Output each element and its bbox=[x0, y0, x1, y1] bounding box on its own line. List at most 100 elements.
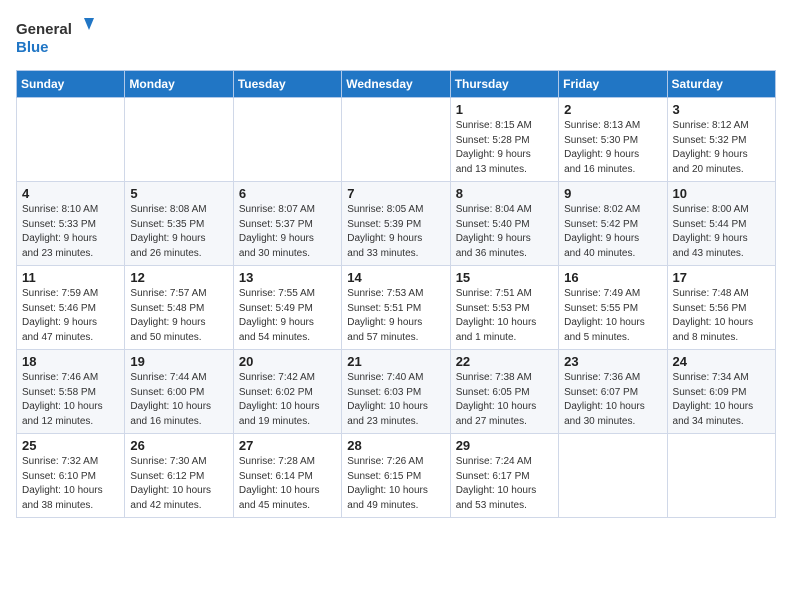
day-info: Sunrise: 7:46 AM Sunset: 5:58 PM Dayligh… bbox=[22, 371, 119, 429]
calendar-cell: 12Sunrise: 7:57 AM Sunset: 5:48 PM Dayli… bbox=[125, 266, 233, 350]
day-number: 10 bbox=[673, 186, 770, 201]
day-number: 11 bbox=[22, 270, 119, 285]
day-number: 1 bbox=[456, 102, 553, 117]
day-info: Sunrise: 7:40 AM Sunset: 6:03 PM Dayligh… bbox=[347, 371, 444, 429]
day-number: 12 bbox=[130, 270, 227, 285]
calendar-cell: 18Sunrise: 7:46 AM Sunset: 5:58 PM Dayli… bbox=[17, 350, 125, 434]
day-number: 28 bbox=[347, 438, 444, 453]
day-number: 15 bbox=[456, 270, 553, 285]
calendar-week-5: 25 Sunrise: 7:32 AM Sunset: 6:10 PM Dayli… bbox=[17, 434, 776, 518]
day-info: Sunrise: 7:48 AM Sunset: 5:56 PM Dayligh… bbox=[673, 287, 770, 345]
day-info: Sunrise: 7:24 AM Sunset: 6:17 PM Dayligh… bbox=[456, 455, 553, 513]
day-number: 8 bbox=[456, 186, 553, 201]
calendar-cell: 11Sunrise: 7:59 AM Sunset: 5:46 PM Dayli… bbox=[17, 266, 125, 350]
day-number: 26 bbox=[130, 438, 227, 453]
day-number: 9 bbox=[564, 186, 661, 201]
calendar-cell: 3 Sunrise: 8:12 AM Sunset: 5:32 PM Daylig… bbox=[667, 98, 775, 182]
calendar-cell: 27 Sunrise: 7:28 AM Sunset: 6:14 PM Dayli… bbox=[233, 434, 341, 518]
calendar-cell bbox=[17, 98, 125, 182]
weekday-header-tuesday: Tuesday bbox=[233, 71, 341, 98]
calendar-cell: 28 Sunrise: 7:26 AM Sunset: 6:15 PM Dayli… bbox=[342, 434, 450, 518]
weekday-header-wednesday: Wednesday bbox=[342, 71, 450, 98]
calendar-cell: 4 Sunrise: 8:10 AM Sunset: 5:33 PM Daylig… bbox=[17, 182, 125, 266]
calendar-cell bbox=[125, 98, 233, 182]
calendar-cell: 13Sunrise: 7:55 AM Sunset: 5:49 PM Dayli… bbox=[233, 266, 341, 350]
calendar-cell: 2 Sunrise: 8:13 AM Sunset: 5:30 PM Daylig… bbox=[559, 98, 667, 182]
day-number: 19 bbox=[130, 354, 227, 369]
svg-text:Blue: Blue bbox=[16, 39, 49, 56]
day-info: Sunrise: 7:53 AM Sunset: 5:51 PM Dayligh… bbox=[347, 287, 444, 345]
day-number: 21 bbox=[347, 354, 444, 369]
day-info: Sunrise: 8:07 AM Sunset: 5:37 PM Dayligh… bbox=[239, 203, 336, 261]
day-info: Sunrise: 8:10 AM Sunset: 5:33 PM Dayligh… bbox=[22, 203, 119, 261]
day-info: Sunrise: 8:00 AM Sunset: 5:44 PM Dayligh… bbox=[673, 203, 770, 261]
day-number: 14 bbox=[347, 270, 444, 285]
calendar-week-3: 11Sunrise: 7:59 AM Sunset: 5:46 PM Dayli… bbox=[17, 266, 776, 350]
calendar-cell: 7 Sunrise: 8:05 AM Sunset: 5:39 PM Daylig… bbox=[342, 182, 450, 266]
svg-text:General: General bbox=[16, 21, 72, 38]
page-header: General Blue bbox=[16, 16, 776, 60]
day-number: 23 bbox=[564, 354, 661, 369]
day-info: Sunrise: 8:13 AM Sunset: 5:30 PM Dayligh… bbox=[564, 119, 661, 177]
day-info: Sunrise: 7:42 AM Sunset: 6:02 PM Dayligh… bbox=[239, 371, 336, 429]
calendar-cell: 5 Sunrise: 8:08 AM Sunset: 5:35 PM Daylig… bbox=[125, 182, 233, 266]
calendar-cell: 19 Sunrise: 7:44 AM Sunset: 6:00 PM Dayli… bbox=[125, 350, 233, 434]
day-info: Sunrise: 7:32 AM Sunset: 6:10 PM Dayligh… bbox=[22, 455, 119, 513]
day-info: Sunrise: 7:51 AM Sunset: 5:53 PM Dayligh… bbox=[456, 287, 553, 345]
logo: General Blue bbox=[16, 16, 96, 60]
calendar-cell: 24 Sunrise: 7:34 AM Sunset: 6:09 PM Dayli… bbox=[667, 350, 775, 434]
day-number: 4 bbox=[22, 186, 119, 201]
day-info: Sunrise: 7:26 AM Sunset: 6:15 PM Dayligh… bbox=[347, 455, 444, 513]
day-info: Sunrise: 8:08 AM Sunset: 5:35 PM Dayligh… bbox=[130, 203, 227, 261]
calendar-cell: 14 Sunrise: 7:53 AM Sunset: 5:51 PM Dayli… bbox=[342, 266, 450, 350]
weekday-header-thursday: Thursday bbox=[450, 71, 558, 98]
day-info: Sunrise: 7:36 AM Sunset: 6:07 PM Dayligh… bbox=[564, 371, 661, 429]
day-number: 2 bbox=[564, 102, 661, 117]
calendar-cell: 16Sunrise: 7:49 AM Sunset: 5:55 PM Dayli… bbox=[559, 266, 667, 350]
calendar-cell: 23 Sunrise: 7:36 AM Sunset: 6:07 PM Dayli… bbox=[559, 350, 667, 434]
calendar-cell: 20 Sunrise: 7:42 AM Sunset: 6:02 PM Dayli… bbox=[233, 350, 341, 434]
day-info: Sunrise: 8:12 AM Sunset: 5:32 PM Dayligh… bbox=[673, 119, 770, 177]
calendar-week-2: 4 Sunrise: 8:10 AM Sunset: 5:33 PM Daylig… bbox=[17, 182, 776, 266]
day-info: Sunrise: 7:34 AM Sunset: 6:09 PM Dayligh… bbox=[673, 371, 770, 429]
day-number: 22 bbox=[456, 354, 553, 369]
day-number: 24 bbox=[673, 354, 770, 369]
day-info: Sunrise: 8:05 AM Sunset: 5:39 PM Dayligh… bbox=[347, 203, 444, 261]
calendar-cell: 9Sunrise: 8:02 AM Sunset: 5:42 PM Daylig… bbox=[559, 182, 667, 266]
day-info: Sunrise: 8:04 AM Sunset: 5:40 PM Dayligh… bbox=[456, 203, 553, 261]
day-info: Sunrise: 7:44 AM Sunset: 6:00 PM Dayligh… bbox=[130, 371, 227, 429]
calendar-cell: 26 Sunrise: 7:30 AM Sunset: 6:12 PM Dayli… bbox=[125, 434, 233, 518]
weekday-header-row: SundayMondayTuesdayWednesdayThursdayFrid… bbox=[17, 71, 776, 98]
day-number: 13 bbox=[239, 270, 336, 285]
day-info: Sunrise: 8:15 AM Sunset: 5:28 PM Dayligh… bbox=[456, 119, 553, 177]
calendar-cell: 17 Sunrise: 7:48 AM Sunset: 5:56 PM Dayli… bbox=[667, 266, 775, 350]
calendar-table: SundayMondayTuesdayWednesdayThursdayFrid… bbox=[16, 70, 776, 518]
calendar-cell: 8 Sunrise: 8:04 AM Sunset: 5:40 PM Daylig… bbox=[450, 182, 558, 266]
day-info: Sunrise: 7:49 AM Sunset: 5:55 PM Dayligh… bbox=[564, 287, 661, 345]
calendar-cell: 1 Sunrise: 8:15 AM Sunset: 5:28 PM Daylig… bbox=[450, 98, 558, 182]
calendar-cell bbox=[233, 98, 341, 182]
day-info: Sunrise: 7:30 AM Sunset: 6:12 PM Dayligh… bbox=[130, 455, 227, 513]
weekday-header-sunday: Sunday bbox=[17, 71, 125, 98]
day-number: 29 bbox=[456, 438, 553, 453]
day-number: 20 bbox=[239, 354, 336, 369]
calendar-cell: 25 Sunrise: 7:32 AM Sunset: 6:10 PM Dayli… bbox=[17, 434, 125, 518]
day-info: Sunrise: 7:28 AM Sunset: 6:14 PM Dayligh… bbox=[239, 455, 336, 513]
calendar-cell: 29 Sunrise: 7:24 AM Sunset: 6:17 PM Dayli… bbox=[450, 434, 558, 518]
day-info: Sunrise: 7:38 AM Sunset: 6:05 PM Dayligh… bbox=[456, 371, 553, 429]
calendar-cell: 10 Sunrise: 8:00 AM Sunset: 5:44 PM Dayli… bbox=[667, 182, 775, 266]
day-number: 7 bbox=[347, 186, 444, 201]
day-number: 25 bbox=[22, 438, 119, 453]
calendar-week-1: 1 Sunrise: 8:15 AM Sunset: 5:28 PM Daylig… bbox=[17, 98, 776, 182]
logo-icon: General Blue bbox=[16, 16, 96, 60]
day-number: 3 bbox=[673, 102, 770, 117]
weekday-header-monday: Monday bbox=[125, 71, 233, 98]
calendar-cell: 21 Sunrise: 7:40 AM Sunset: 6:03 PM Dayli… bbox=[342, 350, 450, 434]
day-number: 17 bbox=[673, 270, 770, 285]
calendar-cell bbox=[342, 98, 450, 182]
day-number: 27 bbox=[239, 438, 336, 453]
calendar-cell: 15 Sunrise: 7:51 AM Sunset: 5:53 PM Dayli… bbox=[450, 266, 558, 350]
calendar-cell bbox=[667, 434, 775, 518]
day-number: 5 bbox=[130, 186, 227, 201]
calendar-cell: 22 Sunrise: 7:38 AM Sunset: 6:05 PM Dayli… bbox=[450, 350, 558, 434]
